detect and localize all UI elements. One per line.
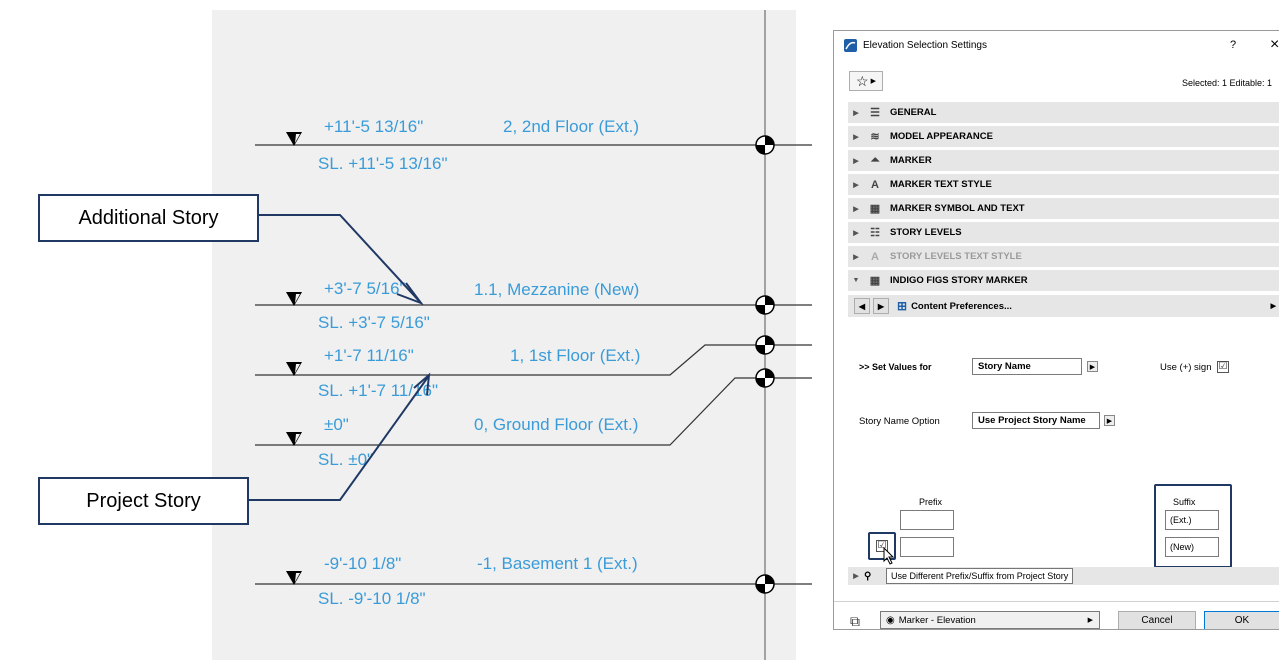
project-story-callout: Project Story [38,477,249,525]
prev-page-button[interactable]: ◀ [854,298,870,314]
level-sl-text[interactable]: SL. +1'-7 11/16" [318,381,438,401]
panel-label: MODEL APPEARANCE [890,131,993,142]
panel-marker-text-style[interactable]: ▶ A MARKER TEXT STYLE [848,174,1279,195]
level-elevation[interactable]: +11'-5 13/16" [324,117,423,137]
expand-arrow-icon: ▶ [853,133,859,141]
panel-label: STORY LEVELS [890,227,962,238]
set-values-arrow-button[interactable]: ▶ [1087,361,1098,372]
panel-indigo-figs-story-marker[interactable]: ▼ ▦ INDIGO FIGS STORY MARKER [848,270,1279,291]
tooltip: Use Different Prefix/Suffix from Project… [886,568,1074,584]
level-story-name[interactable]: 2, 2nd Floor (Ext.) [503,117,639,137]
panel-label: MARKER TEXT STYLE [890,179,992,190]
expand-arrow-icon: ▶ [853,573,859,580]
panel-marker-symbol-and-text[interactable]: ▶ ▦ MARKER SYMBOL AND TEXT [848,198,1279,219]
layer-select-value: Marker - Elevation [898,614,976,626]
symbol-icon: ▦ [869,275,881,287]
prefix-field-1[interactable] [900,510,954,530]
use-plus-sign-checkbox[interactable]: ☑ [1217,361,1229,373]
level-elevation[interactable]: ±0" [324,415,349,435]
expand-arrow-icon: ▶ [853,205,859,213]
story-name-option-label: Story Name Option [859,416,940,427]
suffix-highlight-box [1154,484,1232,568]
panel-label: MARKER SYMBOL AND TEXT [890,203,1025,214]
panel-label: STORY LEVELS TEXT STYLE [890,251,1022,262]
expand-arrow-icon: ▶ [853,229,859,237]
grid-icon: ⊞ [897,299,908,313]
use-plus-sign-label: Use (+) sign [1160,362,1212,373]
level-story-name[interactable]: 1.1, Mezzanine (New) [474,280,639,300]
dropdown-arrow-icon: ▶ [1087,617,1093,624]
panel-story-levels[interactable]: ▶ ☷ STORY LEVELS [848,222,1279,243]
expand-arrow-icon: ▶ [853,181,859,189]
help-button[interactable]: ? [1230,39,1236,51]
favorites-button[interactable]: ☆ ▶ [849,71,883,91]
tooltip-text: Use Different Prefix/Suffix from Project… [891,571,1069,581]
panel-marker[interactable]: ▶ ⏶ MARKER [848,150,1279,171]
prefix-field-2[interactable] [900,537,954,557]
footer-divider [834,601,1279,602]
elevation-selection-settings-dialog: Elevation Selection Settings ? × ☆ ▶ Sele… [833,30,1279,630]
text-style-icon: A [871,250,879,263]
level-story-name[interactable]: -1, Basement 1 (Ext.) [477,554,638,574]
expand-arrow-icon: ▶ [853,109,859,117]
next-page-button[interactable]: ▶ [873,298,889,314]
story-name-option-select[interactable]: Use Project Story Name [972,412,1100,429]
level-elevation[interactable]: -9'-10 1/8" [324,554,401,574]
panel-label: MARKER [890,155,932,166]
prefix-label: Prefix [919,497,943,507]
level-sl-text[interactable]: SL. -9'-10 1/8" [318,589,426,609]
set-values-select[interactable]: Story Name [972,358,1082,375]
app-icon [844,39,857,52]
dialog-titlebar[interactable]: Elevation Selection Settings ? × [834,31,1279,61]
eye-icon: ◉ [886,614,895,626]
story-name-option-arrow-button[interactable]: ▶ [1104,415,1115,426]
panel-general[interactable]: ▶ ☰ GENERAL [848,102,1279,123]
set-values-label: >> Set Values for [859,362,932,372]
collapse-arrow-icon: ▼ [852,277,860,284]
menu-arrow-icon: ▶ [1270,303,1276,310]
level-sl-text[interactable]: SL. +3'-7 5/16" [318,313,430,333]
text-style-icon: A [871,178,879,191]
panel-label: GENERAL [890,107,937,118]
level-elevation[interactable]: +3'-7 5/16" [324,279,406,299]
additional-story-callout: Additional Story [38,194,259,242]
symbol-icon: ▦ [869,203,881,215]
expand-arrow-icon: ▶ [853,157,859,165]
model-appearance-icon: ≋ [870,131,880,143]
ok-button[interactable]: OK [1204,611,1279,629]
dialog-title: Elevation Selection Settings [863,40,987,51]
cancel-button[interactable]: Cancel [1118,611,1196,629]
level-sl-text[interactable]: SL. +11'-5 13/16" [318,154,447,174]
expand-arrow-icon: ▶ [853,253,859,261]
panel-story-levels-text-style: ▶ A STORY LEVELS TEXT STYLE [848,246,1279,267]
content-preferences-menu[interactable]: Content Preferences... [911,301,1012,312]
mouse-cursor-icon [883,547,895,565]
close-button[interactable]: × [1270,36,1279,54]
star-icon: ☆ [856,72,869,89]
level-story-name[interactable]: 0, Ground Floor (Ext.) [474,415,638,435]
panel-label: INDIGO FIGS STORY MARKER [890,275,1028,286]
marker-icon: ⏶ [870,154,880,166]
pin-icon: ⚲ [864,570,872,582]
level-sl-text[interactable]: SL. ±0" [318,450,373,470]
level-elevation[interactable]: +1'-7 11/16" [324,346,414,366]
selection-count: Selected: 1 Editable: 1 [1182,78,1273,88]
level-story-name[interactable]: 1, 1st Floor (Ext.) [510,346,640,366]
layer-select[interactable]: ◉ Marker - Elevation ▶ [880,611,1100,629]
general-icon: ☰ [870,107,880,119]
layers-icon: ⧉ [850,613,860,629]
content-preferences-bar: ◀ ▶ ⊞ Content Preferences... ▶ [848,295,1279,317]
story-levels-icon: ☷ [870,227,880,239]
panel-model-appearance[interactable]: ▶ ≋ MODEL APPEARANCE [848,126,1279,147]
